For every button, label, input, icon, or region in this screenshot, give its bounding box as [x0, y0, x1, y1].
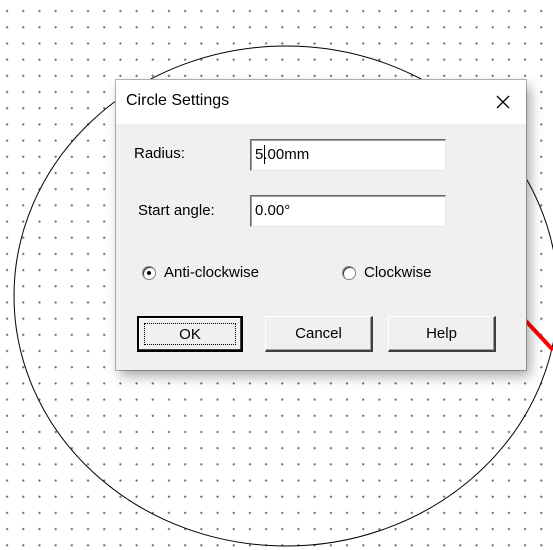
close-button[interactable]: [480, 80, 526, 124]
radio-dot: [147, 270, 151, 275]
dialog-title: Circle Settings: [126, 92, 230, 109]
clockwise-label: Clockwise: [364, 264, 432, 281]
anti-clockwise-label: Anti-clockwise: [164, 264, 260, 281]
radio-button-selected[interactable]: [142, 265, 156, 280]
anti-clockwise-radio[interactable]: Anti-clockwise: [142, 264, 259, 281]
ok-button[interactable]: OK: [137, 316, 243, 352]
start-angle-input[interactable]: 0.00°: [250, 195, 446, 227]
clockwise-radio[interactable]: Clockwise: [342, 264, 432, 281]
radio-button-unselected[interactable]: [342, 265, 356, 280]
start-angle-label: Start angle:: [138, 202, 215, 219]
radius-label: Radius:: [134, 145, 185, 162]
close-icon: [496, 95, 510, 109]
help-button[interactable]: Help: [388, 316, 496, 352]
start-angle-value: 0.00°: [255, 202, 291, 219]
radius-input[interactable]: 5.00mm: [250, 139, 446, 171]
cancel-button[interactable]: Cancel: [265, 316, 373, 352]
text-caret: [264, 145, 265, 164]
circle-settings-dialog: Circle Settings Radius: 5.00mm Start ang…: [116, 80, 526, 370]
dialog-titlebar[interactable]: Circle Settings: [116, 80, 526, 124]
